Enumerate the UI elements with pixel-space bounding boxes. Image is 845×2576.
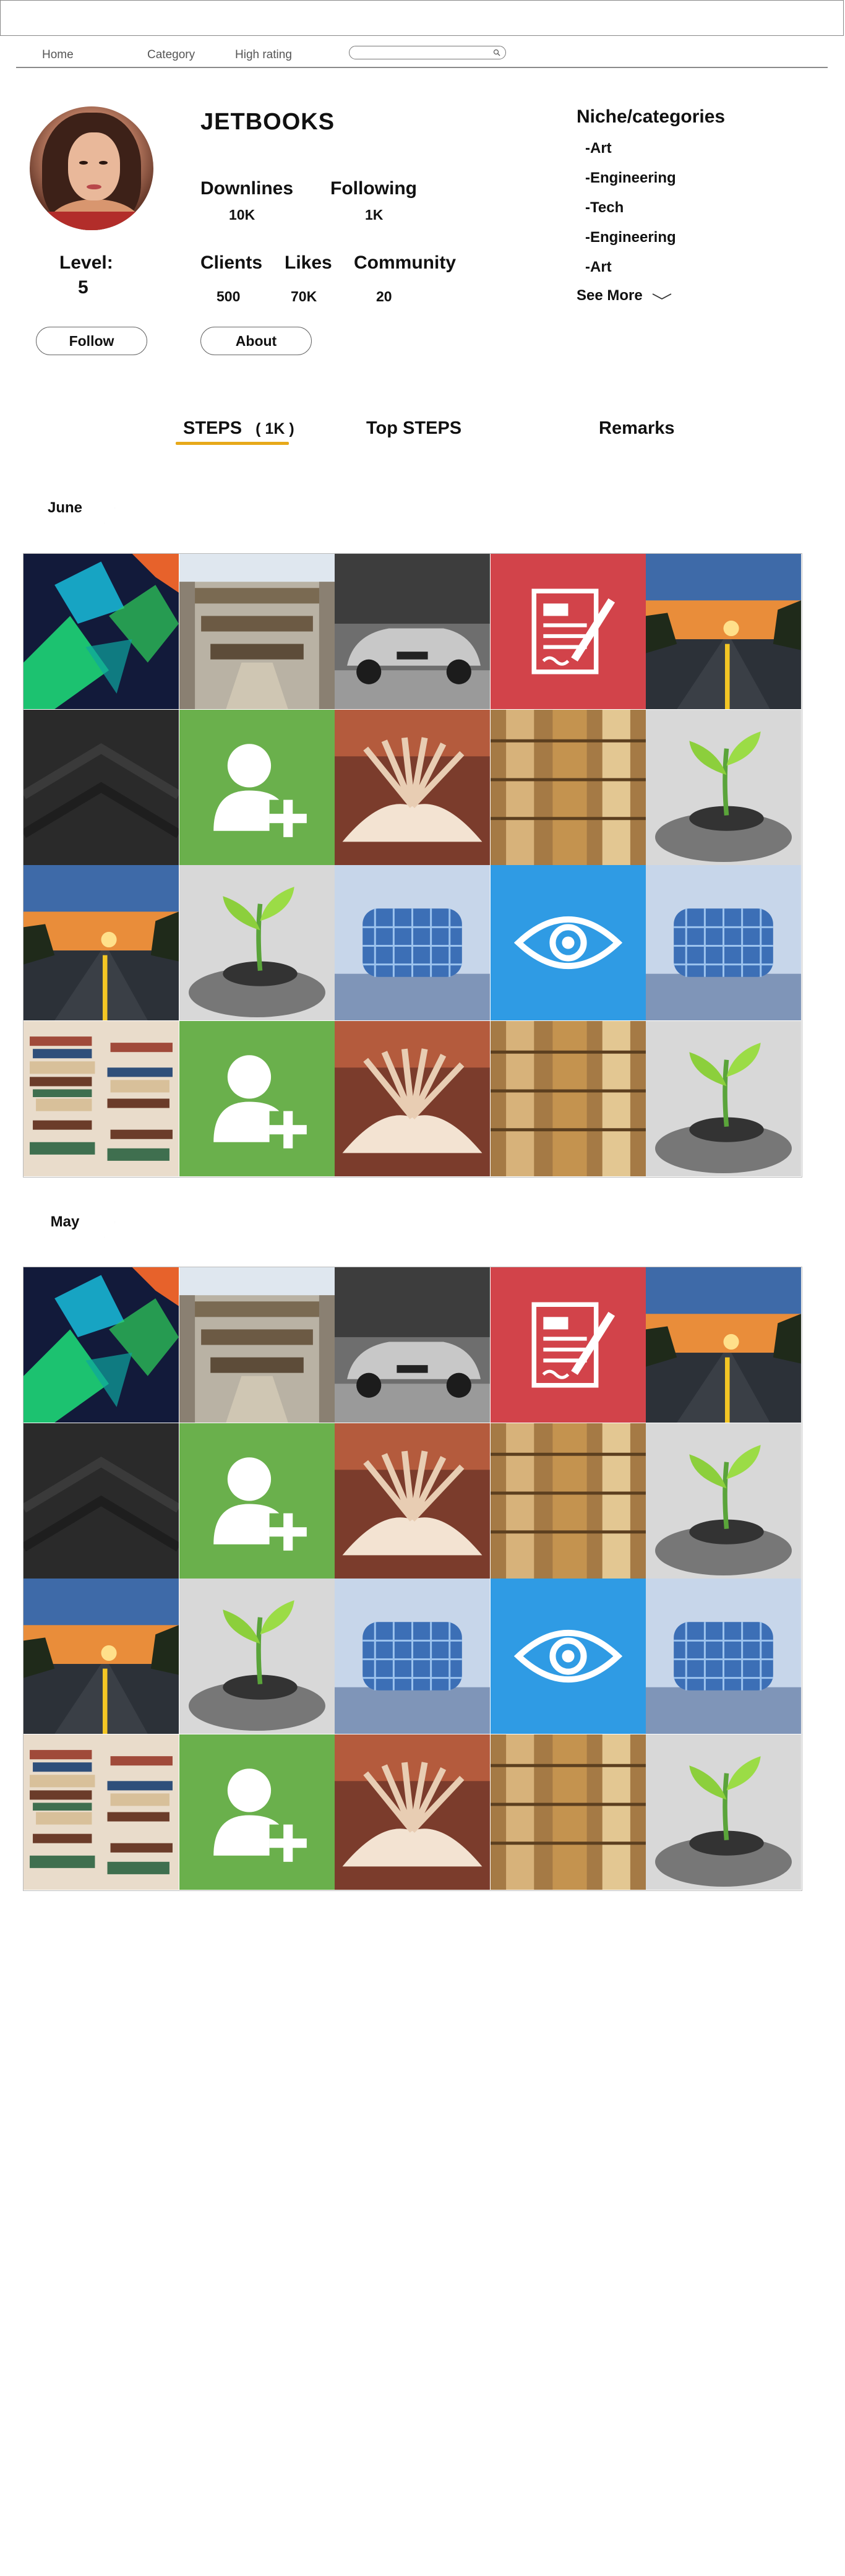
- likes-value: 70K: [291, 288, 317, 304]
- tile-bookshelf[interactable]: [490, 1423, 646, 1579]
- profile-avatar: [30, 106, 153, 230]
- month-tag-may: May: [22, 1207, 115, 1238]
- follow-button[interactable]: Follow: [36, 327, 147, 355]
- tab-steps-count: ( 1K ): [255, 420, 294, 437]
- tile-mall-interior[interactable]: [179, 554, 335, 709]
- tile-add-user-icon[interactable]: [179, 1020, 335, 1176]
- tile-glass-building[interactable]: [646, 1579, 802, 1734]
- search-icon[interactable]: [493, 49, 500, 56]
- tile-glass-building[interactable]: [335, 1579, 491, 1734]
- tile-plant-in-hand[interactable]: [179, 865, 335, 1021]
- nav-high-rating-link[interactable]: High rating: [235, 48, 292, 62]
- tile-abstract-art[interactable]: [24, 1267, 179, 1423]
- tile-add-user-icon[interactable]: [179, 709, 335, 865]
- tile-book-stacks[interactable]: [24, 1734, 179, 1890]
- photo-grid-june: [23, 553, 802, 1178]
- month-tag-june: June: [22, 493, 115, 523]
- likes-label: Likes: [285, 252, 332, 273]
- community-label: Community: [354, 252, 456, 273]
- following-value: 1K: [365, 207, 384, 223]
- tile-eye-icon[interactable]: [490, 865, 646, 1021]
- niche-item-tech[interactable]: -Tech: [585, 199, 624, 217]
- nav-home-link[interactable]: Home: [42, 48, 74, 62]
- level-label: Level:: [59, 252, 113, 273]
- tile-add-user-icon[interactable]: [179, 1423, 335, 1579]
- tile-abstract-art[interactable]: [24, 554, 179, 709]
- tile-open-book[interactable]: [335, 1020, 491, 1176]
- nav-category-link[interactable]: Category: [147, 48, 195, 62]
- tile-dark-texture[interactable]: [24, 1423, 179, 1579]
- tab-top-steps[interactable]: Top STEPS: [366, 418, 461, 439]
- tile-dark-texture[interactable]: [24, 709, 179, 865]
- top-bar: [0, 0, 844, 36]
- level-value: 5: [78, 277, 88, 298]
- see-more-label: See More: [577, 287, 643, 304]
- tile-document-icon[interactable]: [490, 554, 646, 709]
- tab-steps[interactable]: STEPS ( 1K ): [183, 418, 294, 439]
- tile-sunset-road[interactable]: [646, 1267, 802, 1423]
- see-more-link[interactable]: See More: [577, 287, 672, 304]
- about-button[interactable]: About: [200, 327, 312, 355]
- tile-eye-icon[interactable]: [490, 1579, 646, 1734]
- chevron-down-icon: [652, 293, 672, 299]
- tile-document-icon[interactable]: [490, 1267, 646, 1423]
- photo-grid-may: [23, 1267, 802, 1891]
- tab-remarks[interactable]: Remarks: [599, 418, 675, 439]
- nav-bar: Home Category High rating: [16, 43, 828, 68]
- tile-plant-in-hand[interactable]: [646, 1020, 802, 1176]
- tile-plant-in-hand[interactable]: [646, 1423, 802, 1579]
- niche-item-engineering-2[interactable]: -Engineering: [585, 229, 676, 246]
- profile-name: JETBOOKS: [200, 109, 335, 135]
- tile-glass-building[interactable]: [646, 865, 802, 1021]
- clients-label: Clients: [200, 252, 263, 273]
- tab-steps-label: STEPS: [183, 418, 242, 438]
- tile-bookshelf[interactable]: [490, 1020, 646, 1176]
- following-label: Following: [330, 178, 417, 199]
- niche-item-art[interactable]: -Art: [585, 140, 612, 157]
- tile-open-book[interactable]: [335, 1423, 491, 1579]
- search-box[interactable]: [349, 46, 506, 59]
- tile-book-stacks[interactable]: [24, 1020, 179, 1176]
- downlines-value: 10K: [229, 207, 255, 223]
- tile-plant-in-hand[interactable]: [646, 709, 802, 865]
- tile-sunset-road[interactable]: [646, 554, 802, 709]
- tile-sunset-road[interactable]: [24, 1579, 179, 1734]
- tile-sunset-road[interactable]: [24, 865, 179, 1021]
- downlines-label: Downlines: [200, 178, 294, 199]
- tile-sports-car[interactable]: [335, 554, 491, 709]
- tile-bookshelf[interactable]: [490, 1734, 646, 1890]
- tile-open-book[interactable]: [335, 709, 491, 865]
- tile-plant-in-hand[interactable]: [646, 1734, 802, 1890]
- community-value: 20: [376, 288, 392, 304]
- active-tab-indicator: [176, 442, 289, 445]
- tile-bookshelf[interactable]: [490, 709, 646, 865]
- niche-item-art-2[interactable]: -Art: [585, 259, 612, 276]
- tile-add-user-icon[interactable]: [179, 1734, 335, 1890]
- tile-sports-car[interactable]: [335, 1267, 491, 1423]
- search-input[interactable]: [356, 48, 488, 59]
- niche-title: Niche/categories: [577, 106, 726, 127]
- niche-item-engineering[interactable]: -Engineering: [585, 170, 676, 187]
- tile-glass-building[interactable]: [335, 865, 491, 1021]
- tile-open-book[interactable]: [335, 1734, 491, 1890]
- tile-mall-interior[interactable]: [179, 1267, 335, 1423]
- clients-value: 500: [217, 288, 241, 304]
- tile-plant-in-hand[interactable]: [179, 1579, 335, 1734]
